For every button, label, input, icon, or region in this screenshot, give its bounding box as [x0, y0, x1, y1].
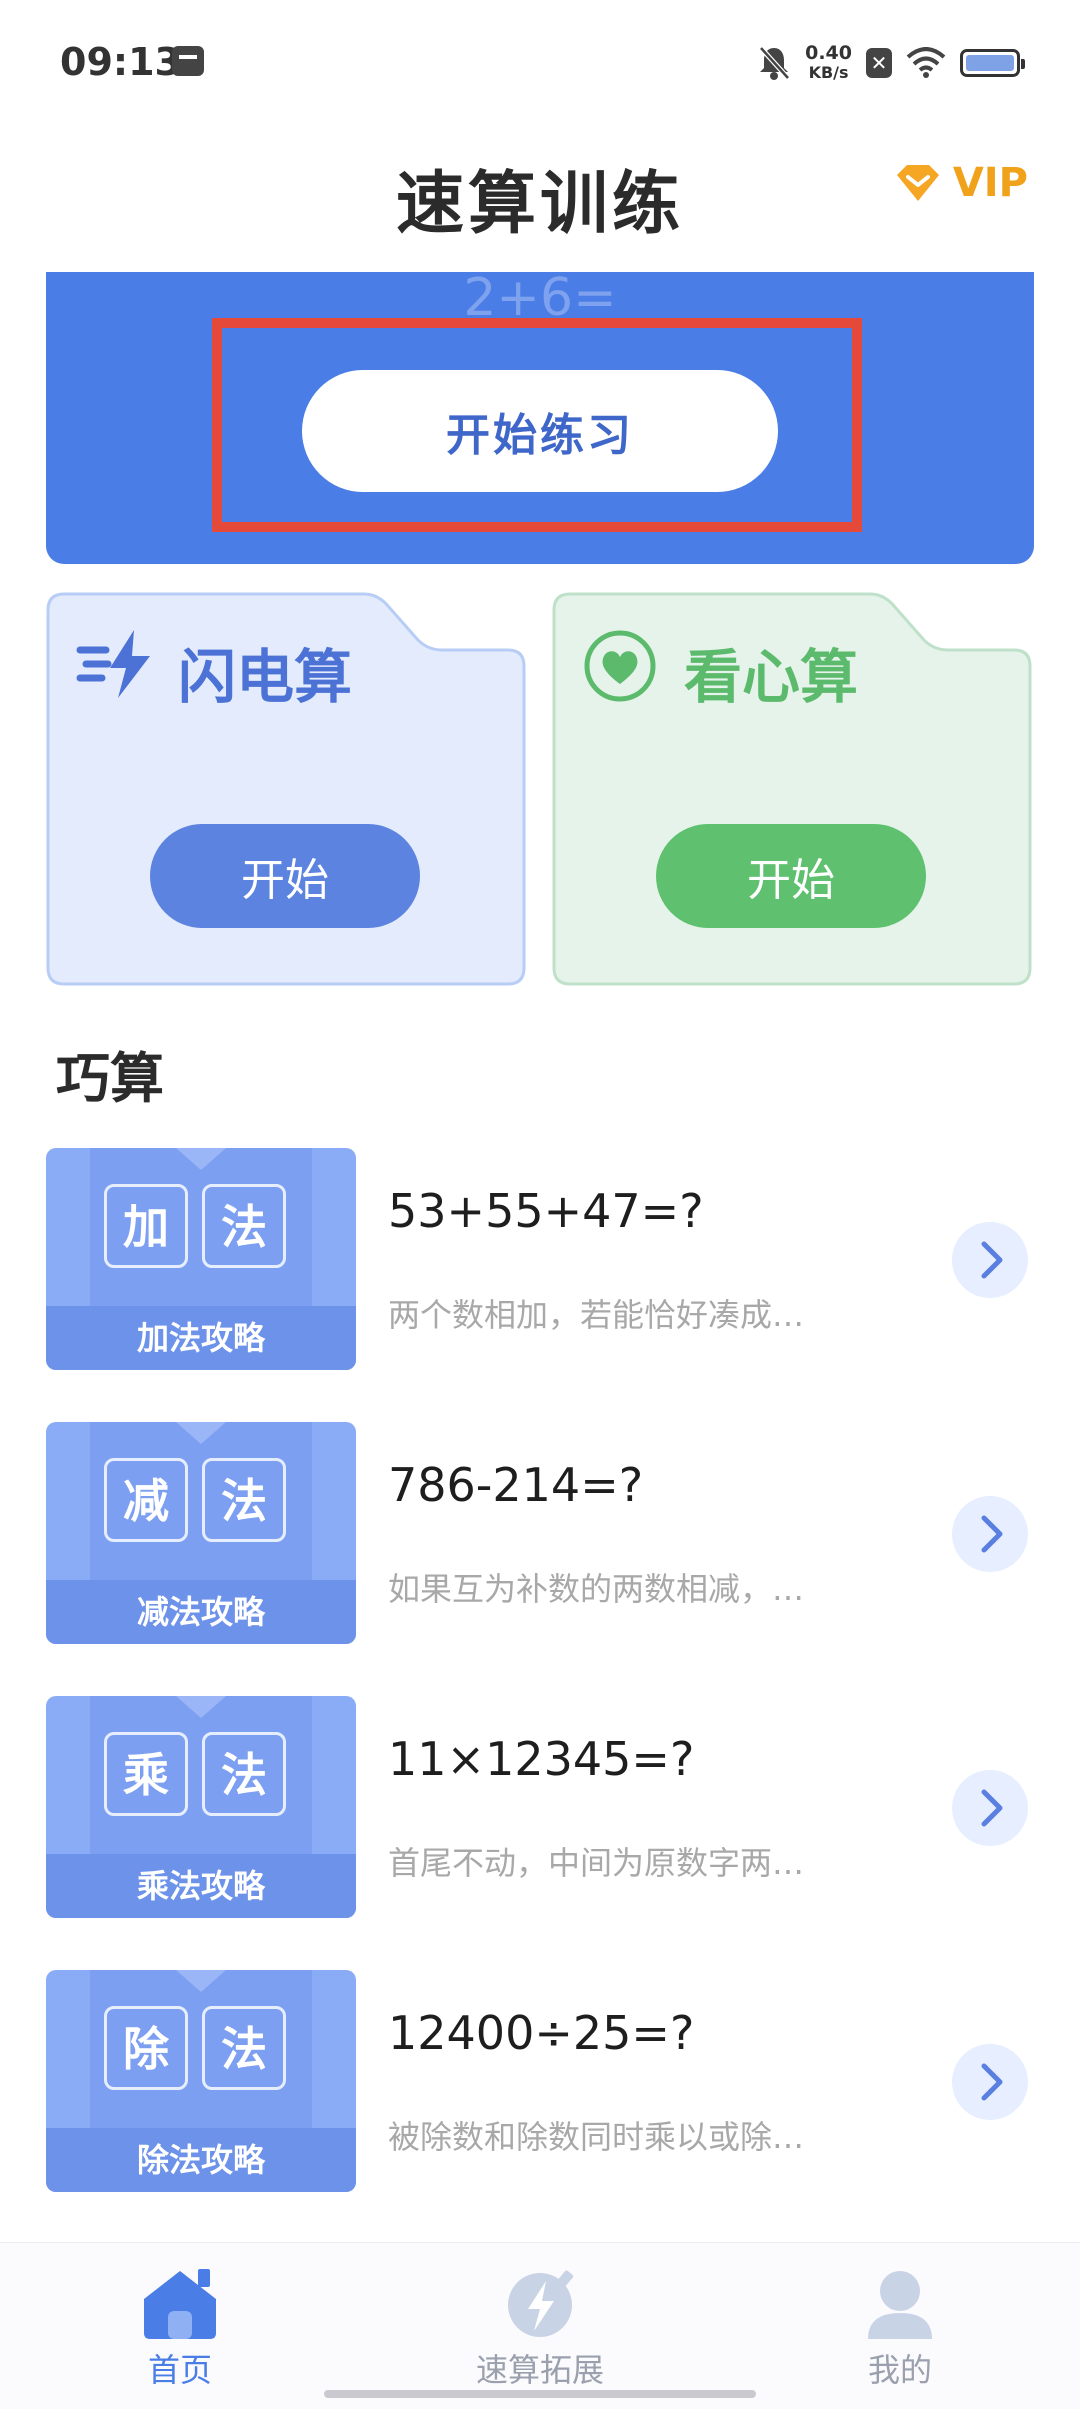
item-title: 12400÷25=?	[388, 2006, 695, 2060]
home-indicator[interactable]	[324, 2390, 756, 2398]
status-bar: 09:13 0.40 KB/s ✕	[0, 0, 1080, 120]
profile-icon	[868, 2271, 932, 2339]
list-item-subtraction[interactable]: 减 法 减法攻略 786-214=? 如果互为补数的两数相减，…	[46, 1422, 1034, 1644]
thumb-char: 法	[202, 1732, 286, 1816]
lightning-mode-title: 闪电算	[178, 643, 353, 711]
thumb-char: 法	[202, 2006, 286, 2090]
chevron-right-icon[interactable]	[952, 1770, 1028, 1846]
thumb-char: 法	[202, 1184, 286, 1268]
nav-label: 速算拓展	[475, 2351, 604, 2389]
chevron-right-icon[interactable]	[952, 2044, 1028, 2120]
list-item-addition[interactable]: 加 法 加法攻略 53+55+47=? 两个数相加，若能恰好凑成…	[46, 1148, 1034, 1370]
nav-expand[interactable]: 速算拓展	[430, 2267, 650, 2391]
thumb-char: 法	[202, 1458, 286, 1542]
list-item-multiplication[interactable]: 乘 法 乘法攻略 11×12345=? 首尾不动，中间为原数字两…	[46, 1696, 1034, 1918]
thumb-char: 除	[104, 2006, 188, 2090]
chevron-right-icon[interactable]	[952, 1222, 1028, 1298]
thumb-char: 加	[104, 1184, 188, 1268]
item-description: 如果互为补数的两数相减，…	[388, 1570, 805, 1608]
item-title: 11×12345=?	[388, 1732, 695, 1786]
heart-icon	[584, 630, 656, 702]
speed-unit: KB/s	[808, 63, 849, 82]
thumb-label: 乘法攻略	[46, 1854, 356, 1918]
wifi-icon	[906, 47, 946, 78]
status-time: 09:13	[60, 40, 181, 84]
thumb-label: 除法攻略	[46, 2128, 356, 2192]
thumb-char: 乘	[104, 1732, 188, 1816]
nav-label: 首页	[147, 2351, 212, 2389]
speed-value: 0.40	[805, 42, 852, 64]
home-icon	[144, 2269, 216, 2339]
diamond-icon	[896, 165, 939, 201]
mental-mode-title: 看心算	[684, 643, 859, 711]
notification-icon	[172, 46, 204, 76]
multiplication-thumbnail: 乘 法 乘法攻略	[46, 1696, 356, 1918]
status-indicators: 0.40 KB/s ✕	[757, 38, 1025, 88]
nav-profile[interactable]: 我的	[790, 2267, 1010, 2391]
item-description: 被除数和除数同时乘以或除…	[388, 2118, 805, 2156]
division-thumbnail: 除 法 除法攻略	[46, 1970, 356, 2192]
mental-start-button[interactable]: 开始	[656, 824, 926, 928]
bottom-nav: 首页 速算拓展 我的	[0, 2242, 1080, 2409]
subtraction-thumbnail: 减 法 减法攻略	[46, 1422, 356, 1644]
lightning-start-button[interactable]: 开始	[150, 824, 420, 928]
nav-home[interactable]: 首页	[70, 2267, 290, 2391]
item-title: 53+55+47=?	[388, 1184, 704, 1238]
chevron-right-icon[interactable]	[952, 1496, 1028, 1572]
start-practice-button[interactable]: 开始练习	[302, 370, 778, 492]
vip-button[interactable]: VIP	[895, 160, 1028, 206]
mute-bell-icon	[759, 46, 790, 80]
mental-mode-card[interactable]: 看心算 开始	[552, 592, 1032, 986]
addition-thumbnail: 加 法 加法攻略	[46, 1148, 356, 1370]
item-title: 786-214=?	[388, 1458, 644, 1512]
lightning-icon	[508, 2270, 574, 2337]
section-title: 巧算	[56, 1047, 164, 1110]
thumb-char: 减	[104, 1458, 188, 1542]
sim-off-icon: ✕	[866, 48, 892, 78]
network-speed: 0.40 KB/s	[805, 42, 852, 83]
practice-banner: 2+6= 开始练习	[46, 272, 1034, 564]
lightning-mode-card[interactable]: 闪电算 开始	[46, 592, 526, 986]
item-description: 两个数相加，若能恰好凑成…	[388, 1296, 805, 1334]
item-description: 首尾不动，中间为原数字两…	[388, 1844, 805, 1882]
thumb-label: 减法攻略	[46, 1580, 356, 1644]
lightning-icon	[76, 630, 150, 698]
nav-label: 我的	[867, 2351, 932, 2389]
thumb-label: 加法攻略	[46, 1306, 356, 1370]
battery-icon	[960, 49, 1025, 77]
list-item-division[interactable]: 除 法 除法攻略 12400÷25=? 被除数和除数同时乘以或除…	[46, 1970, 1034, 2192]
vip-label: VIP	[952, 160, 1028, 206]
